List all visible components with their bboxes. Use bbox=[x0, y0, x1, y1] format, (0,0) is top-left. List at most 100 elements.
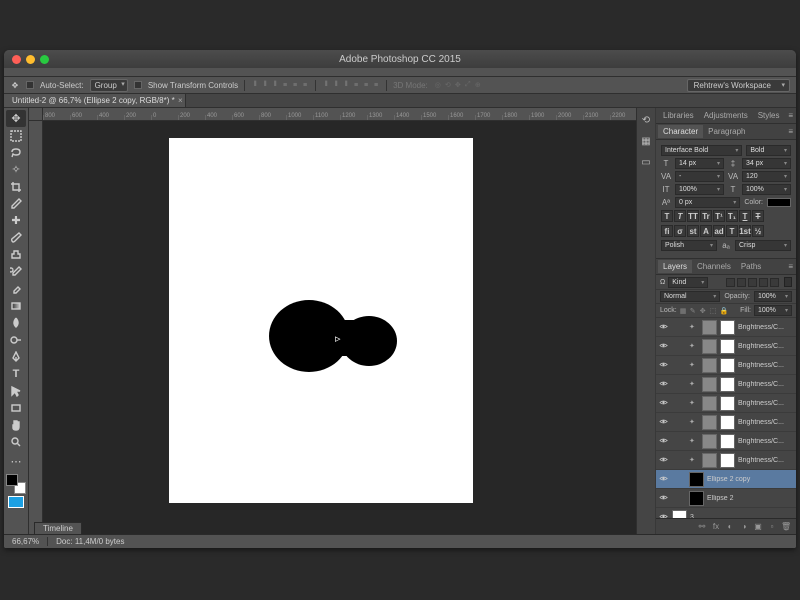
visibility-toggle[interactable] bbox=[658, 455, 669, 466]
visibility-toggle[interactable] bbox=[658, 436, 669, 447]
panel-menu-icon[interactable]: ≡ bbox=[788, 262, 793, 271]
canvas-area[interactable]: 8006004002000200400600800100011001200130… bbox=[29, 108, 636, 534]
path-selection-tool[interactable] bbox=[6, 382, 26, 399]
distribute-buttons[interactable]: ⫴⫴⫴≡≡≡ bbox=[322, 80, 380, 90]
opentype-buttons[interactable]: fiσstAadT1st½ bbox=[661, 225, 791, 237]
tab-adjustments[interactable]: Adjustments bbox=[699, 109, 753, 122]
rectangle-tool[interactable] bbox=[6, 399, 26, 416]
kerning-field[interactable]: - bbox=[675, 171, 724, 182]
blur-tool[interactable] bbox=[6, 314, 26, 331]
zoom-tool[interactable] bbox=[6, 433, 26, 450]
document-canvas[interactable]: ▹ bbox=[169, 138, 473, 503]
layer-row[interactable]: Ellipse 2 bbox=[656, 489, 796, 508]
zoom-window-button[interactable] bbox=[40, 55, 49, 64]
zoom-level[interactable]: 66,67% bbox=[4, 537, 48, 546]
auto-select-mode-dropdown[interactable]: Group bbox=[90, 79, 128, 92]
magic-wand-tool[interactable]: ✧ bbox=[6, 161, 26, 178]
layer-row[interactable]: ✦Brightness/C... bbox=[656, 356, 796, 375]
layer-row[interactable]: ✦Brightness/C... bbox=[656, 337, 796, 356]
color-swatches[interactable] bbox=[6, 474, 26, 494]
layer-filter-kind-dropdown[interactable]: Kind bbox=[668, 277, 708, 288]
quick-mask-button[interactable] bbox=[8, 496, 24, 508]
layer-row[interactable]: 3 bbox=[656, 508, 796, 518]
clone-stamp-tool[interactable] bbox=[6, 246, 26, 263]
history-brush-tool[interactable] bbox=[6, 263, 26, 280]
layer-row[interactable]: ✦Brightness/C... bbox=[656, 413, 796, 432]
layer-name[interactable]: Ellipse 2 copy bbox=[707, 476, 794, 483]
panel-menu-icon[interactable]: ≡ bbox=[788, 127, 793, 136]
fill-field[interactable]: 100% bbox=[754, 305, 792, 316]
text-color-swatch[interactable] bbox=[767, 198, 791, 207]
eyedropper-tool[interactable] bbox=[6, 195, 26, 212]
layer-name[interactable]: Brightness/C... bbox=[738, 362, 794, 369]
visibility-toggle[interactable] bbox=[658, 379, 669, 390]
tab-character[interactable]: Character bbox=[658, 125, 703, 138]
new-layer-icon[interactable]: ▫ bbox=[767, 522, 777, 531]
font-family-dropdown[interactable]: Interface Bold bbox=[661, 145, 742, 156]
type-style-buttons[interactable]: TTTTTrT¹T₁TT bbox=[661, 210, 791, 222]
visibility-toggle[interactable] bbox=[658, 341, 669, 352]
properties-panel-icon[interactable]: ▭ bbox=[640, 156, 653, 169]
tab-channels[interactable]: Channels bbox=[692, 260, 736, 273]
layer-row[interactable]: ✦Brightness/C... bbox=[656, 432, 796, 451]
opacity-field[interactable]: 100% bbox=[754, 291, 792, 302]
hscale-field[interactable]: 100% bbox=[742, 184, 791, 195]
tracking-field[interactable]: 120 bbox=[742, 171, 791, 182]
blend-mode-dropdown[interactable]: Normal bbox=[660, 291, 720, 302]
visibility-toggle[interactable] bbox=[658, 398, 669, 409]
layer-name[interactable]: Brightness/C... bbox=[738, 400, 794, 407]
baseline-field[interactable]: 0 px bbox=[675, 197, 740, 208]
layer-row[interactable]: ✦Brightness/C... bbox=[656, 451, 796, 470]
close-window-button[interactable] bbox=[12, 55, 21, 64]
font-style-dropdown[interactable]: Bold bbox=[746, 145, 791, 156]
lock-buttons[interactable]: ▦✎✥⬚🔒 bbox=[680, 307, 728, 315]
gradient-tool[interactable] bbox=[6, 297, 26, 314]
layer-name[interactable]: Brightness/C... bbox=[738, 438, 794, 445]
layer-filter-buttons[interactable] bbox=[726, 278, 779, 287]
brush-tool[interactable] bbox=[6, 229, 26, 246]
horizontal-ruler[interactable]: 8006004002000200400600800100011001200130… bbox=[43, 108, 636, 121]
tab-styles[interactable]: Styles bbox=[753, 109, 785, 122]
leading-field[interactable]: 34 px bbox=[742, 158, 791, 169]
layer-row[interactable]: Ellipse 2 copy bbox=[656, 470, 796, 489]
layer-name[interactable]: Brightness/C... bbox=[738, 324, 794, 331]
minimize-window-button[interactable] bbox=[26, 55, 35, 64]
edit-toolbar-button[interactable]: ⋯ bbox=[6, 453, 26, 470]
tab-layers[interactable]: Layers bbox=[658, 260, 692, 273]
layer-row[interactable]: ✦Brightness/C... bbox=[656, 318, 796, 337]
healing-brush-tool[interactable]: ✚ bbox=[6, 212, 26, 229]
visibility-toggle[interactable] bbox=[658, 474, 669, 485]
font-size-field[interactable]: 14 px bbox=[675, 158, 724, 169]
delete-layer-icon[interactable]: 🗑 bbox=[781, 522, 791, 531]
type-tool[interactable]: T bbox=[6, 365, 26, 382]
layer-name[interactable]: Brightness/C... bbox=[738, 381, 794, 388]
dodge-tool[interactable] bbox=[6, 331, 26, 348]
tab-libraries[interactable]: Libraries bbox=[658, 109, 699, 122]
tab-paths[interactable]: Paths bbox=[736, 260, 766, 273]
move-tool[interactable]: ✥ bbox=[6, 110, 26, 127]
menu-bar[interactable] bbox=[4, 68, 796, 77]
document-info[interactable]: Doc: 11,4M/0 bytes bbox=[48, 537, 132, 546]
ruler-origin[interactable] bbox=[29, 108, 43, 121]
show-transform-checkbox[interactable] bbox=[134, 81, 142, 89]
layer-name[interactable]: Brightness/C... bbox=[738, 457, 794, 464]
antialiasing-dropdown[interactable]: Crisp bbox=[735, 240, 791, 251]
visibility-toggle[interactable] bbox=[658, 417, 669, 428]
adjustment-layer-icon[interactable]: ◑ bbox=[739, 522, 749, 531]
language-dropdown[interactable]: Polish bbox=[661, 240, 717, 251]
layer-row[interactable]: ✦Brightness/C... bbox=[656, 375, 796, 394]
layer-name[interactable]: Brightness/C... bbox=[738, 419, 794, 426]
document-tab[interactable]: Untitled-2 @ 66,7% (Ellipse 2 copy, RGB/… bbox=[4, 94, 186, 107]
visibility-toggle[interactable] bbox=[658, 493, 669, 504]
hand-tool[interactable] bbox=[6, 416, 26, 433]
layer-name[interactable]: Brightness/C... bbox=[738, 343, 794, 350]
tab-paragraph[interactable]: Paragraph bbox=[703, 125, 750, 138]
layer-style-icon[interactable]: fx bbox=[711, 522, 721, 531]
auto-select-checkbox[interactable] bbox=[26, 81, 34, 89]
vertical-ruler[interactable] bbox=[29, 121, 43, 534]
marquee-tool[interactable] bbox=[6, 127, 26, 144]
lasso-tool[interactable] bbox=[6, 144, 26, 161]
swatches-panel-icon[interactable]: ▦ bbox=[640, 135, 653, 148]
align-buttons[interactable]: ⫴⫴⫴≡≡≡ bbox=[251, 80, 309, 90]
layer-row[interactable]: ✦Brightness/C... bbox=[656, 394, 796, 413]
